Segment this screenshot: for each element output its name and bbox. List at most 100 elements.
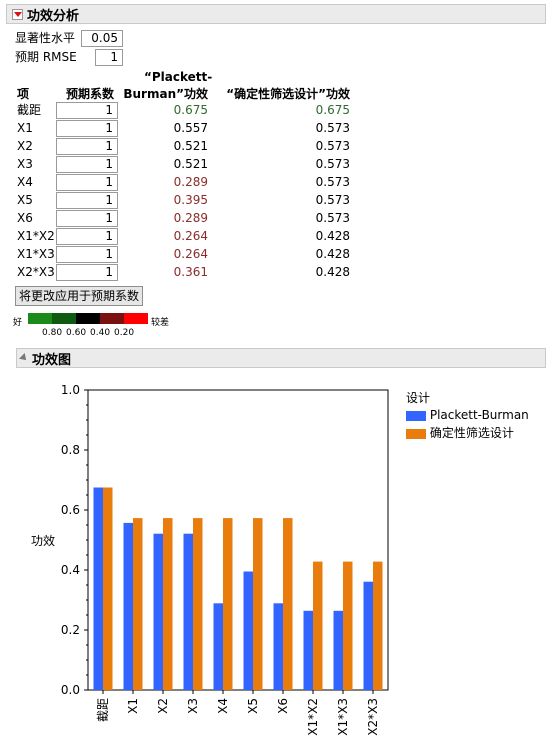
coef-input[interactable]: 1 <box>56 264 118 281</box>
pb-power-value: 0.521 <box>173 139 208 153</box>
color-scale-segment <box>124 313 148 324</box>
legend-label-pb: Plackett-Burman <box>429 408 529 422</box>
legend-title: 设计 <box>406 391 431 405</box>
scale-good-label: 好 <box>13 318 23 328</box>
bar-dsd <box>313 561 323 690</box>
y-axis-label: 功效 <box>31 534 56 548</box>
power-analysis-title: 功效分析 <box>27 8 80 24</box>
bar-dsd <box>373 561 383 690</box>
coef-input[interactable]: 1 <box>56 174 118 191</box>
x-tick-label: X5 <box>246 698 260 714</box>
dsd-power-value: 0.573 <box>315 193 350 207</box>
bar-dsd <box>283 518 293 690</box>
pb-power-value: 0.289 <box>173 211 208 225</box>
coef-input[interactable]: 1 <box>56 120 118 137</box>
col-header-pb-line2: Burman”功效 <box>123 87 208 101</box>
dsd-power-value: 0.573 <box>315 211 350 225</box>
pb-power-value: 0.521 <box>173 157 208 171</box>
pb-power-value: 0.289 <box>173 175 208 189</box>
term-label: 截距 <box>17 103 42 117</box>
x-tick-label: X6 <box>276 698 290 714</box>
term-label: X2*X3 <box>17 265 55 279</box>
col-header-coef: 预期系数 <box>66 87 115 101</box>
term-label: X4 <box>17 175 33 189</box>
term-label: X5 <box>17 193 33 207</box>
term-label: X6 <box>17 211 33 225</box>
color-scale-segment <box>28 313 52 324</box>
bar-dsd <box>253 518 263 690</box>
disclosure-triangle-icon[interactable] <box>19 353 29 363</box>
x-tick-label: X1*X3 <box>336 698 350 736</box>
coef-input[interactable]: 1 <box>56 246 118 263</box>
y-tick-label: 0.4 <box>61 563 80 577</box>
x-tick-label: X4 <box>216 698 230 714</box>
bar-plackett-burman <box>153 533 163 690</box>
coef-input[interactable]: 1 <box>56 228 118 245</box>
color-scale-segment <box>100 313 124 324</box>
x-tick-label: X2*X3 <box>366 698 380 736</box>
term-label: X2 <box>17 139 33 153</box>
bar-plackett-burman <box>123 522 133 690</box>
rmse-label: 预期 RMSE <box>15 50 77 64</box>
legend-item-pb[interactable]: Plackett-Burman <box>406 408 529 422</box>
bar-plackett-burman <box>273 603 283 690</box>
bar-plackett-burman <box>93 487 103 690</box>
term-label: X3 <box>17 157 33 171</box>
pb-power-value: 0.557 <box>173 121 208 135</box>
color-scale-tick: 0.60 <box>66 328 87 338</box>
y-tick-label: 0.0 <box>61 683 80 697</box>
bar-dsd <box>343 561 353 690</box>
alpha-input[interactable]: 0.05 <box>81 30 123 47</box>
pb-power-value: 0.264 <box>173 247 208 261</box>
x-tick-label: X2 <box>156 698 170 714</box>
x-tick-label: 截距 <box>96 698 110 722</box>
red-triangle-menu-icon[interactable] <box>12 8 23 20</box>
legend-label-dsd: 确定性筛选设计 <box>429 426 514 440</box>
coef-input[interactable]: 1 <box>56 156 118 173</box>
alpha-label: 显著性水平 <box>15 31 76 45</box>
dsd-power-value: 0.573 <box>315 121 350 135</box>
coef-input[interactable]: 1 <box>56 210 118 227</box>
scale-bad-label: 较差 <box>151 318 170 328</box>
dsd-power-value: 0.428 <box>315 247 350 261</box>
rmse-input[interactable]: 1 <box>95 49 123 66</box>
color-scale-segment <box>52 313 76 324</box>
bar-dsd <box>223 518 233 690</box>
legend-swatch-dsd <box>406 428 426 439</box>
bar-dsd <box>193 518 203 690</box>
bar-dsd <box>133 518 143 690</box>
apply-changes-button[interactable]: 将更改应用于预期系数 <box>15 286 144 306</box>
power-plot-header[interactable]: 功效图 <box>16 348 546 368</box>
x-tick-label: X3 <box>186 698 200 714</box>
y-tick-label: 1.0 <box>61 383 80 397</box>
power-plot-title: 功效图 <box>32 352 72 368</box>
coef-input[interactable]: 1 <box>56 192 118 209</box>
bar-plackett-burman <box>213 603 223 690</box>
color-scale-segment <box>76 313 100 324</box>
pb-power-value: 0.395 <box>173 193 208 207</box>
bar-plackett-burman <box>303 610 313 690</box>
power-analysis-header[interactable]: 功效分析 <box>6 4 546 24</box>
power-color-scale <box>28 313 148 324</box>
y-tick-label: 0.8 <box>61 443 80 457</box>
col-header-dsd: “确定性筛选设计”功效 <box>226 87 350 101</box>
bar-plackett-burman <box>363 581 373 690</box>
legend-item-dsd[interactable]: 确定性筛选设计 <box>406 424 514 441</box>
bar-dsd <box>163 518 173 690</box>
x-tick-label: X1*X2 <box>306 698 320 736</box>
color-scale-tick: 0.80 <box>42 328 63 338</box>
bar-plackett-burman <box>333 610 343 690</box>
y-tick-label: 0.2 <box>61 623 80 637</box>
x-tick-label: X1 <box>126 698 140 714</box>
term-label: X1*X2 <box>17 229 55 243</box>
pb-power-value: 0.675 <box>173 103 208 117</box>
dsd-power-value: 0.573 <box>315 157 350 171</box>
dsd-power-value: 0.428 <box>315 229 350 243</box>
dsd-power-value: 0.428 <box>315 265 350 279</box>
bar-plackett-burman <box>243 571 253 690</box>
bar-plackett-burman <box>183 533 193 690</box>
coef-input[interactable]: 1 <box>56 102 118 119</box>
coef-input[interactable]: 1 <box>56 138 118 155</box>
col-header-pb-line1: “Plackett- <box>144 70 213 84</box>
dsd-power-value: 0.675 <box>315 103 350 117</box>
